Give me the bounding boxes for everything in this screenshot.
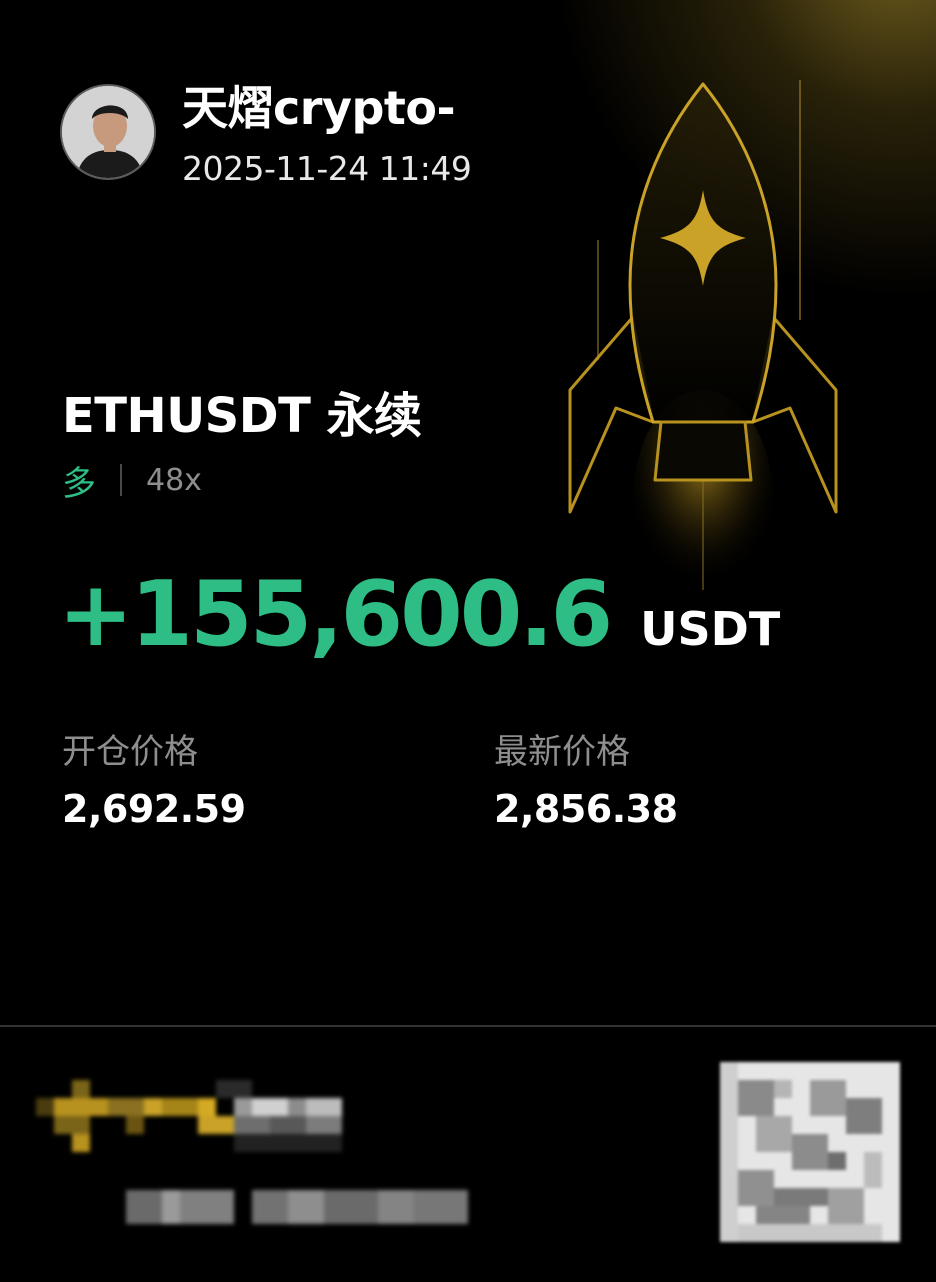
entry-price-value: 2,692.59 (62, 787, 246, 831)
latest-price-value: 2,856.38 (494, 787, 678, 831)
qr-code-icon (720, 1062, 900, 1242)
rocket-icon (568, 80, 838, 600)
pnl-display: +155,600.6 USDT (58, 560, 780, 670)
trading-pair: ETHUSDT 永续 (62, 388, 422, 444)
entry-price-label: 开仓价格 (62, 732, 198, 772)
direction-label: 多 (62, 463, 96, 504)
leverage-label: 48x (146, 462, 202, 498)
latest-price-label: 最新价格 (494, 732, 630, 772)
footer-divider (0, 1025, 936, 1027)
position-meta: 多 48x (62, 458, 202, 504)
pnl-share-card: 天熠crypto- 2025-11-24 11:49 ETHUSDT 永续 多 … (0, 0, 936, 1282)
pnl-unit: USDT (640, 602, 781, 656)
username: 天熠crypto- (182, 81, 456, 135)
brand-subtitle-redacted (122, 1186, 472, 1228)
brand-logo-redacted (36, 1068, 366, 1158)
meta-divider (120, 464, 122, 496)
post-timestamp: 2025-11-24 11:49 (182, 149, 472, 188)
avatar-photo-icon (62, 86, 154, 178)
pnl-value: +155,600.6 (58, 562, 613, 667)
avatar[interactable] (60, 84, 156, 180)
